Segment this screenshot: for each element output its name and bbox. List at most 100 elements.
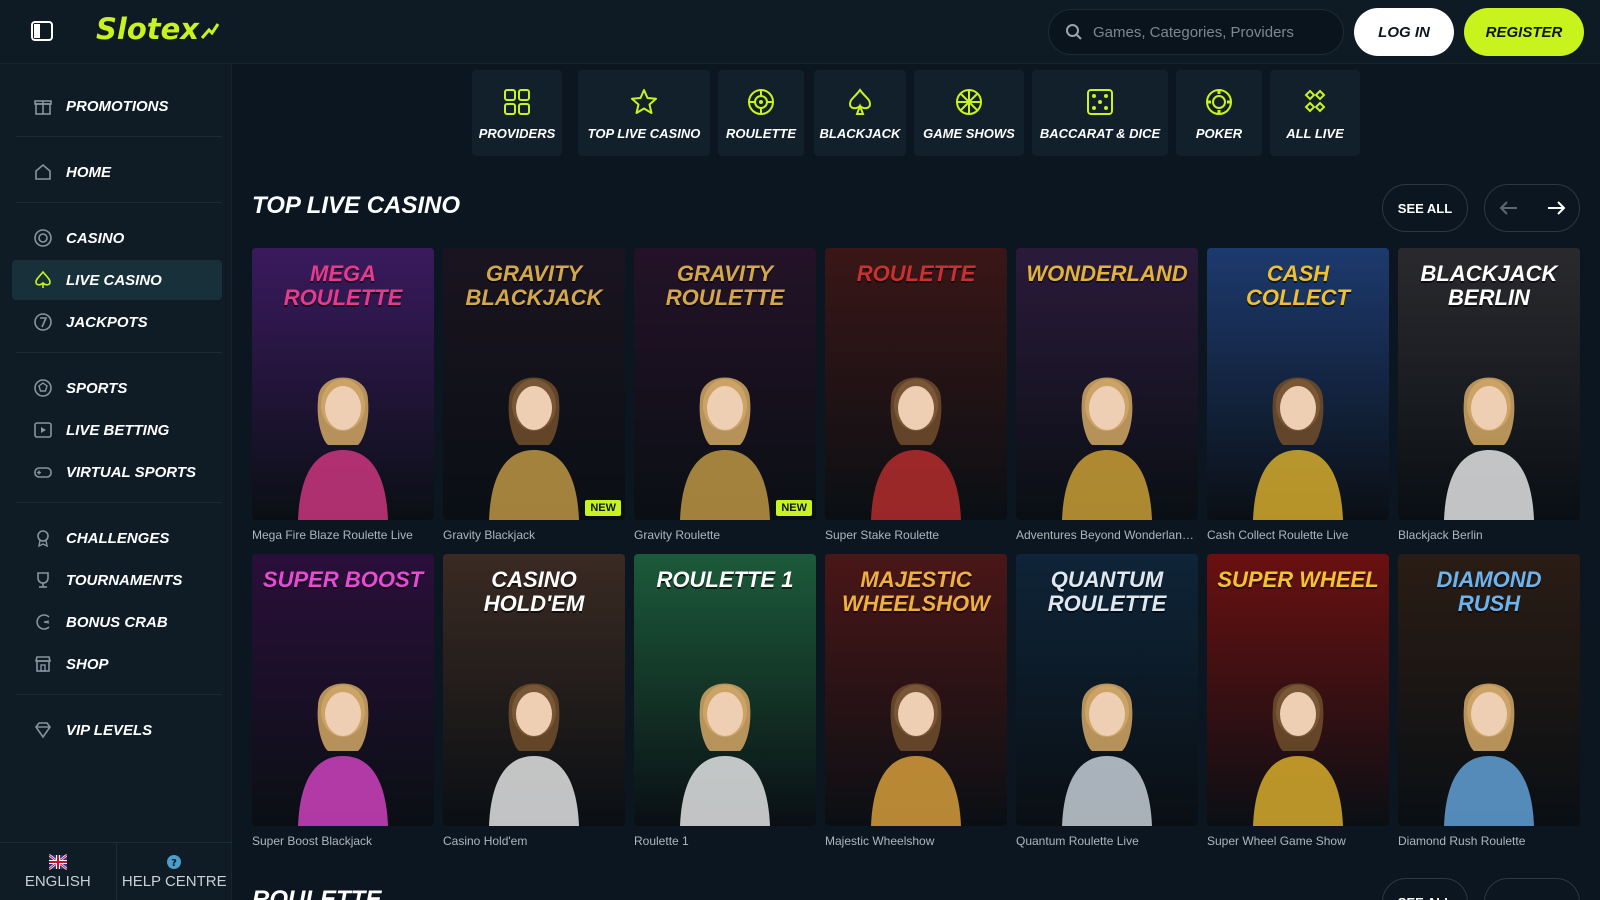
see-all-button[interactable]: SEE ALL bbox=[1382, 184, 1468, 232]
game-thumbnail: CASH COLLECT bbox=[1207, 248, 1389, 520]
sidebar-item-live-betting[interactable]: LIVE BETTING bbox=[12, 410, 222, 450]
category-poker[interactable]: POKER bbox=[1176, 70, 1262, 156]
sidebar-toggle-icon[interactable] bbox=[30, 20, 54, 42]
gift-icon bbox=[32, 95, 54, 117]
category-label: GAME SHOWS bbox=[923, 125, 1015, 141]
game-card[interactable]: DIAMOND RUSH Diamond Rush Roulette bbox=[1398, 554, 1580, 848]
sidebar-item-tournaments[interactable]: TOURNAMENTS bbox=[12, 560, 222, 600]
game-card[interactable]: ROULETTE 1 Roulette 1 bbox=[634, 554, 816, 848]
category-blackjack[interactable]: BLACKJACK bbox=[814, 70, 906, 156]
seven-icon bbox=[32, 311, 54, 333]
game-name: Gravity Blackjack bbox=[443, 528, 536, 542]
category-game-shows[interactable]: GAME SHOWS bbox=[914, 70, 1024, 156]
game-name: Blackjack Berlin bbox=[1398, 528, 1483, 542]
uk-flag-icon bbox=[48, 854, 67, 870]
new-badge: NEW bbox=[585, 500, 621, 516]
game-card[interactable]: BLACKJACK BERLIN Blackjack Berlin bbox=[1398, 248, 1580, 542]
sidebar-footer: ENGLISH ? HELP CENTRE bbox=[0, 842, 232, 900]
sidebar-item-promotions[interactable]: PROMOTIONS bbox=[12, 86, 222, 126]
carousel-arrows[interactable] bbox=[1484, 878, 1580, 900]
game-thumbnail: WONDERLAND bbox=[1016, 248, 1198, 520]
sidebar-item-jackpots[interactable]: JACKPOTS bbox=[12, 302, 222, 342]
arrow-left-icon[interactable] bbox=[1491, 190, 1527, 226]
game-card[interactable]: MAJESTIC WHEELSHOW Majestic Wheelshow bbox=[825, 554, 1007, 848]
language-selector[interactable]: ENGLISH bbox=[0, 843, 116, 900]
game-art-title: SUPER WHEEL bbox=[1217, 567, 1379, 592]
help-centre-button[interactable]: ? HELP CENTRE bbox=[115, 843, 233, 900]
game-card[interactable]: GRAVITY ROULETTE NEW Gravity Roulette bbox=[634, 248, 816, 542]
game-name: Super Stake Roulette bbox=[825, 528, 940, 542]
game-thumbnail: GRAVITY BLACKJACK NEW bbox=[443, 248, 625, 520]
game-card[interactable]: MEGA ROULETTE Mega Fire Blaze Roulette Li… bbox=[252, 248, 434, 542]
shop-icon bbox=[32, 653, 54, 675]
game-art-title: SUPER BOOST bbox=[262, 567, 424, 592]
dealer-figure bbox=[871, 683, 961, 826]
game-card[interactable]: SUPER WHEEL Super Wheel Game Show bbox=[1207, 554, 1389, 848]
sidebar-item-casino[interactable]: CASINO bbox=[12, 218, 222, 258]
star-icon bbox=[629, 86, 659, 118]
sidebar-item-label: PROMOTIONS bbox=[66, 97, 169, 115]
sidebar-item-sports[interactable]: SPORTS bbox=[12, 368, 222, 408]
sidebar-item-label: HOME bbox=[66, 163, 111, 181]
game-name: Cash Collect Roulette Live bbox=[1207, 528, 1349, 542]
category-roulette[interactable]: ROULETTE bbox=[718, 70, 804, 156]
sidebar-item-shop[interactable]: SHOP bbox=[12, 644, 222, 684]
dealer-figure bbox=[1062, 683, 1152, 826]
category-all-live[interactable]: ALL LIVE bbox=[1270, 70, 1360, 156]
game-name: Diamond Rush Roulette bbox=[1398, 834, 1526, 848]
sidebar-item-label: VIRTUAL SPORTS bbox=[66, 463, 197, 481]
trophy-icon bbox=[32, 569, 54, 591]
dealer-figure bbox=[489, 377, 579, 520]
divider bbox=[16, 352, 222, 353]
game-name: Casino Hold'em bbox=[443, 834, 528, 848]
game-thumbnail: QUANTUM ROULETTE bbox=[1016, 554, 1198, 826]
spade-icon bbox=[845, 86, 875, 118]
game-card[interactable]: ROULETTE Super Stake Roulette bbox=[825, 248, 1007, 542]
search-bar[interactable] bbox=[1048, 9, 1344, 55]
chip-icon bbox=[32, 227, 54, 249]
see-all-button[interactable]: SEE ALL bbox=[1382, 878, 1468, 900]
sidebar-item-home[interactable]: HOME bbox=[12, 152, 222, 192]
game-card[interactable]: GRAVITY BLACKJACK NEW Gravity Blackjack bbox=[443, 248, 625, 542]
game-name: Super Boost Blackjack bbox=[252, 834, 373, 848]
medal-icon bbox=[32, 527, 54, 549]
claw-icon bbox=[32, 611, 54, 633]
roulette-icon bbox=[746, 86, 776, 118]
arrow-right-icon[interactable] bbox=[1538, 190, 1574, 226]
sidebar-item-virtual-sports[interactable]: VIRTUAL SPORTS bbox=[12, 452, 222, 492]
sidebar-item-label: CASINO bbox=[66, 229, 125, 247]
game-card[interactable]: CASINO HOLD'EM Casino Hold'em bbox=[443, 554, 625, 848]
sidebar-item-vip-levels[interactable]: VIP LEVELS bbox=[12, 710, 222, 750]
game-card[interactable]: SUPER BOOST Super Boost Blackjack bbox=[252, 554, 434, 848]
site-logo[interactable]: Slotex bbox=[96, 12, 221, 46]
sidebar-item-label: TOURNAMENTS bbox=[66, 571, 183, 589]
category-providers[interactable]: PROVIDERS bbox=[472, 70, 562, 156]
play-icon bbox=[32, 419, 54, 441]
game-art-title: ROULETTE 1 bbox=[656, 567, 794, 592]
game-art-title: GRAVITY BLACKJACK bbox=[465, 261, 603, 310]
game-name: Gravity Roulette bbox=[634, 528, 721, 542]
login-button[interactable]: LOG IN bbox=[1354, 8, 1454, 56]
game-card[interactable]: WONDERLAND Adventures Beyond Wonderland .… bbox=[1016, 248, 1198, 542]
ball-icon bbox=[32, 377, 54, 399]
sidebar-item-bonus-crab[interactable]: BONUS CRAB bbox=[12, 602, 222, 642]
game-thumbnail: ROULETTE bbox=[825, 248, 1007, 520]
game-art-title: ROULETTE bbox=[856, 261, 976, 286]
register-button[interactable]: REGISTER bbox=[1464, 8, 1584, 56]
dealer-figure bbox=[1062, 377, 1152, 520]
sidebar-item-live-casino[interactable]: LIVE CASINO bbox=[12, 260, 222, 300]
search-input[interactable] bbox=[1093, 23, 1313, 41]
dealer-figure bbox=[489, 683, 579, 826]
category-baccarat-dice[interactable]: BACCARAT & DICE bbox=[1032, 70, 1168, 156]
game-card[interactable]: QUANTUM ROULETTE Quantum Roulette Live bbox=[1016, 554, 1198, 848]
language-label: ENGLISH bbox=[24, 873, 91, 890]
category-top-live-casino[interactable]: TOP LIVE CASINO bbox=[578, 70, 710, 156]
sidebar-item-challenges[interactable]: CHALLENGES bbox=[12, 518, 222, 558]
help-label: HELP CENTRE bbox=[121, 873, 227, 890]
game-thumbnail: DIAMOND RUSH bbox=[1398, 554, 1580, 826]
game-name: Majestic Wheelshow bbox=[825, 834, 935, 848]
sidebar-item-label: LIVE CASINO bbox=[66, 271, 162, 289]
game-thumbnail: BLACKJACK BERLIN bbox=[1398, 248, 1580, 520]
game-thumbnail: GRAVITY ROULETTE NEW bbox=[634, 248, 816, 520]
game-card[interactable]: CASH COLLECT Cash Collect Roulette Live bbox=[1207, 248, 1389, 542]
